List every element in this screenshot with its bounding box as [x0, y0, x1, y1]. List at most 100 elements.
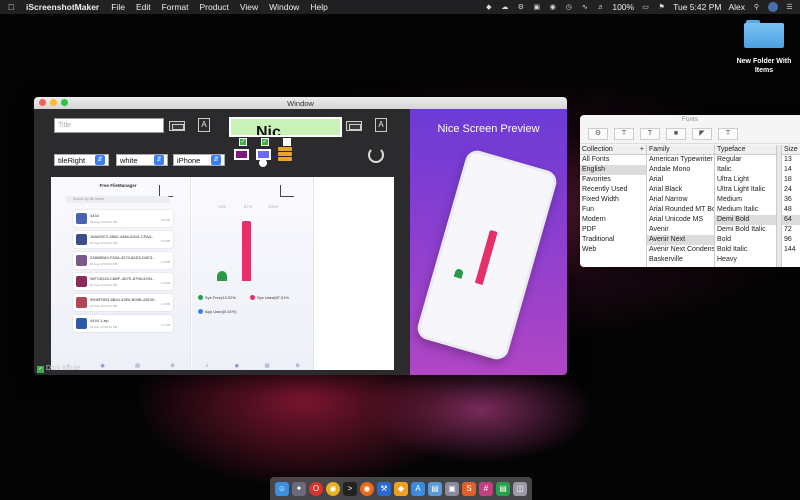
collection-item-selected[interactable]: English	[580, 165, 646, 175]
typeface-column[interactable]: Typeface Regular Italic Ultra Light Ultr…	[715, 145, 777, 267]
menu-help[interactable]: Help	[310, 2, 327, 12]
checkbox-1[interactable]: ✓	[239, 138, 247, 146]
brew-icon[interactable]: ⚙	[516, 3, 525, 12]
sublime-icon[interactable]: S	[462, 481, 476, 496]
size-item[interactable]: 144	[782, 245, 800, 255]
cloud-icon[interactable]: ☁	[500, 3, 509, 12]
collection-item[interactable]: Fun	[580, 205, 646, 215]
screenshot-canvas[interactable]: Free FileManager Search by file name 444…	[51, 177, 394, 370]
title-color-well[interactable]	[169, 121, 185, 131]
promo-preview[interactable]: Nice Screen Preview	[410, 109, 567, 375]
family-item[interactable]: Avenir Next Condensed	[647, 245, 714, 255]
collection-item[interactable]: Favorites	[580, 175, 646, 185]
device-select[interactable]: iPhone ⇵	[173, 154, 225, 166]
numbers-icon[interactable]: ▤	[496, 481, 510, 496]
terminal-icon[interactable]: >	[343, 481, 357, 496]
typeface-item[interactable]: Bold Italic	[715, 245, 776, 255]
chrome-icon[interactable]: ◉	[326, 481, 340, 496]
window-titlebar[interactable]: Window	[34, 97, 567, 109]
folder-label[interactable]: New Folder With Items	[728, 57, 800, 75]
volume-icon[interactable]: ♬	[596, 3, 605, 12]
text-color-icon[interactable]: ■	[666, 127, 686, 140]
launchpad-icon[interactable]: ✦	[292, 481, 306, 496]
size-item[interactable]: 72	[782, 225, 800, 235]
dark-mode-checkbox[interactable]: ✓	[37, 366, 44, 373]
collection-item[interactable]: Web	[580, 245, 646, 255]
notification-center-icon[interactable]: ☰	[785, 3, 794, 12]
collection-column[interactable]: Collection + All Fonts English Favorites …	[580, 145, 647, 267]
size-item-selected[interactable]: 64	[782, 215, 800, 225]
dropbox-icon[interactable]: ◆	[484, 3, 493, 12]
refresh-icon[interactable]	[368, 147, 384, 163]
spotlight-icon[interactable]: ⚲	[752, 3, 761, 12]
menu-format[interactable]: Format	[162, 2, 189, 12]
family-item[interactable]: Arial Black	[647, 185, 714, 195]
timemachine-icon[interactable]: ◷	[564, 3, 573, 12]
apple-menu-icon[interactable]: 	[6, 2, 16, 12]
typeface-item[interactable]: Heavy	[715, 255, 776, 265]
family-item[interactable]: Andale Mono	[647, 165, 714, 175]
collection-item[interactable]: All Fonts	[580, 155, 646, 165]
size-item[interactable]: 48	[782, 205, 800, 215]
typeface-item[interactable]: Demi Bold Italic	[715, 225, 776, 235]
battery-percent[interactable]: 100%	[612, 2, 634, 12]
zoom-button[interactable]	[61, 99, 68, 106]
menu-product[interactable]: Product	[200, 2, 229, 12]
typeface-item[interactable]: Ultra Light Italic	[715, 185, 776, 195]
strikethrough-icon[interactable]: T	[640, 127, 660, 140]
screenshot-file-manager[interactable]: Free FileManager Search by file name 444…	[51, 177, 191, 370]
gear-icon[interactable]: ⚙	[588, 127, 608, 140]
sketch-icon[interactable]: ◆	[394, 481, 408, 496]
typeface-item[interactable]: Medium Italic	[715, 205, 776, 215]
size-item[interactable]: 36	[782, 195, 800, 205]
battery-icon[interactable]: ▭	[641, 3, 650, 12]
color-select[interactable]: white ⇵	[116, 154, 168, 166]
title-font-button[interactable]: A	[198, 118, 210, 132]
size-item[interactable]: 13	[782, 155, 800, 165]
size-item[interactable]: 18	[782, 175, 800, 185]
checkbox-2[interactable]: ✓	[261, 138, 269, 146]
menu-edit[interactable]: Edit	[136, 2, 151, 12]
flag-icon[interactable]: ⚑	[657, 3, 666, 12]
subtitle-color-well[interactable]	[346, 121, 362, 131]
user-name[interactable]: Alex	[728, 2, 745, 12]
siri-icon[interactable]	[768, 2, 778, 12]
collection-item[interactable]: Recently Used	[580, 185, 646, 195]
preview-icon[interactable]: ▣	[445, 481, 459, 496]
slack-icon[interactable]: #	[479, 481, 493, 496]
menu-file[interactable]: File	[111, 2, 125, 12]
family-item[interactable]: Arial Rounded MT Bold	[647, 205, 714, 215]
typeface-item[interactable]: Ultra Light	[715, 175, 776, 185]
minimize-button[interactable]	[50, 99, 57, 106]
background-color-well[interactable]	[234, 149, 249, 160]
folder-icon[interactable]	[744, 20, 784, 48]
close-button[interactable]	[39, 99, 46, 106]
typeface-item[interactable]: Bold	[715, 235, 776, 245]
family-item[interactable]: Arial Unicode MS	[647, 215, 714, 225]
family-item[interactable]: Arial Narrow	[647, 195, 714, 205]
typeface-item[interactable]: Medium	[715, 195, 776, 205]
typeface-item[interactable]: Italic	[715, 165, 776, 175]
opera-icon[interactable]: O	[309, 481, 323, 496]
family-item[interactable]: Avenir	[647, 225, 714, 235]
collection-item[interactable]: PDF	[580, 225, 646, 235]
underline-icon[interactable]: T	[614, 127, 634, 140]
document-color-icon[interactable]: ◤	[692, 127, 712, 140]
family-item-selected[interactable]: Avenir Next	[647, 235, 714, 245]
layout-select[interactable]: tileRight ⇵	[54, 154, 109, 166]
xcode-icon[interactable]: ⚒	[377, 481, 391, 496]
typeface-item-selected[interactable]: Demi Bold	[715, 215, 776, 225]
search-status-icon[interactable]: ◉	[548, 3, 557, 12]
clock[interactable]: Tue 5:42 PM	[673, 2, 721, 12]
add-collection-icon[interactable]: +	[640, 146, 644, 153]
collection-item[interactable]: Traditional	[580, 235, 646, 245]
family-item[interactable]: Arial	[647, 175, 714, 185]
family-column[interactable]: Family American Typewriter Andale Mono A…	[647, 145, 715, 267]
menu-window[interactable]: Window	[269, 2, 299, 12]
app-menu[interactable]: iScreenshotMaker	[26, 2, 99, 12]
folder-dock-icon[interactable]: ▤	[428, 481, 442, 496]
trash-icon[interactable]: ◫	[513, 481, 527, 496]
size-item[interactable]: 14	[782, 165, 800, 175]
screenshot-storage[interactable]: 13% 87% 100% Sys Free(13.02% Sys Used(87…	[192, 177, 314, 370]
subtitle-font-button[interactable]: A	[375, 118, 387, 132]
